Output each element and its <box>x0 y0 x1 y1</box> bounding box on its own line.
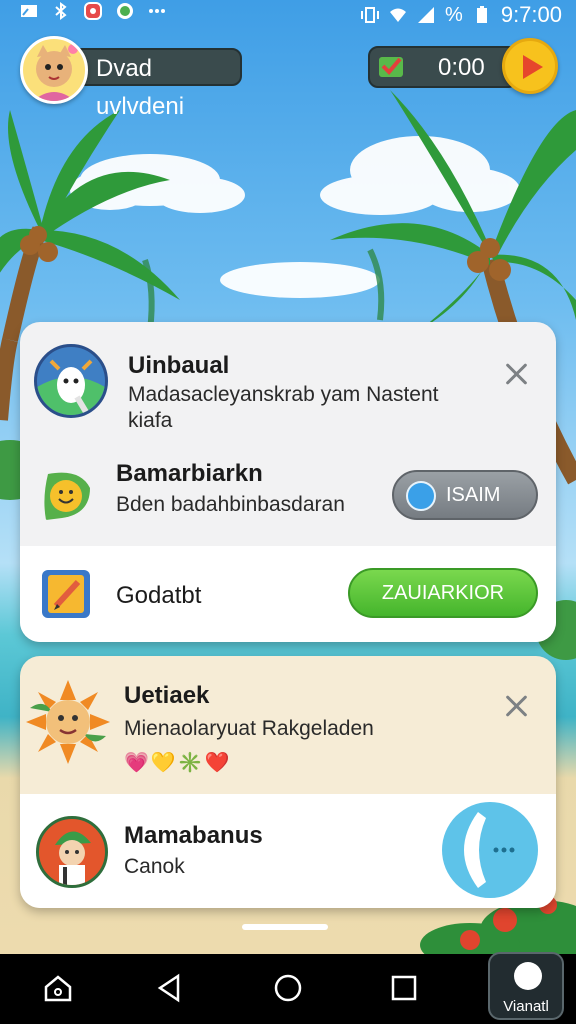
card-row-invite[interactable]: Uinbaual Madasacleyanskrab yam Nastent k… <box>20 322 556 434</box>
clock: 9:7:00 <box>500 2 562 27</box>
card-row-friend[interactable]: Uetiaek Mienaolaryuat Rakgeladen 💗💛✳️❤️ <box>20 656 556 794</box>
notification-icon <box>84 2 102 20</box>
assistant-label: Vianatl <box>503 998 549 1015</box>
player-name: Dvad uvlvdeni <box>72 48 242 120</box>
emoji-reactions: 💗💛✳️❤️ <box>124 752 232 774</box>
recents-icon[interactable] <box>388 972 420 1004</box>
sun-face-avatar <box>24 678 112 766</box>
voice-call-button[interactable] <box>442 802 538 898</box>
bluetooth-icon <box>55 2 67 20</box>
reward-subtitle: Bden badahbinbasdaran <box>116 493 345 516</box>
home-icon[interactable] <box>42 972 74 1004</box>
check-heart-icon <box>379 57 403 77</box>
player-avatar[interactable] <box>20 36 88 104</box>
reward-title: Bamarbiarkn <box>116 460 263 487</box>
caller-subtitle: Canok <box>124 855 185 878</box>
card-row-reward: Bamarbiarkn Bden badahbinbasdaran ISAIM <box>20 434 556 546</box>
signal-icon <box>418 7 435 23</box>
elf-avatar <box>36 816 108 888</box>
timer-panel: 0:00 <box>368 46 518 88</box>
play-icon <box>523 55 543 79</box>
send-button[interactable]: ISAIM <box>392 470 538 520</box>
send-arrow-icon <box>406 481 436 511</box>
task-title: Godatbt <box>116 582 202 609</box>
notification-card-primary: Uinbaual Madasacleyanskrab yam Nastent k… <box>20 322 556 642</box>
play-button[interactable] <box>502 38 558 94</box>
smiley-leaf-icon <box>40 468 94 522</box>
screen-cast-icon <box>21 5 37 17</box>
send-button-label: ISAIM <box>446 484 501 506</box>
status-bar: % 9:7:00 <box>0 0 576 28</box>
invite-message-line2: kiafa <box>128 409 173 432</box>
battery-icon <box>476 6 487 23</box>
wifi-icon <box>390 8 407 22</box>
notification-card-secondary: Uetiaek Mienaolaryuat Rakgeladen 💗💛✳️❤️ … <box>20 656 556 908</box>
caller-title: Mamabanus <box>124 822 263 849</box>
battery-percent: % <box>445 3 463 26</box>
back-icon[interactable] <box>154 972 186 1004</box>
notepad-pencil-icon <box>42 570 90 618</box>
assistant-button[interactable]: Vianatl <box>488 952 564 1020</box>
card-row-call: Mamabanus Canok <box>20 794 556 908</box>
invite-message-line1: Madasacleyanskrab yam Nastent <box>128 383 439 406</box>
accept-button[interactable]: ZAUIARKIOR <box>348 568 538 618</box>
assistant-icon <box>514 962 542 990</box>
sheet-handle[interactable] <box>242 924 328 930</box>
chat-icon <box>117 3 133 19</box>
circle-home-icon[interactable] <box>272 972 304 1004</box>
timer-value: 0:00 <box>438 54 485 81</box>
more-dots-icon <box>149 9 165 13</box>
friend-title: Uetiaek <box>124 682 210 709</box>
close-icon[interactable] <box>502 360 530 388</box>
goat-avatar <box>34 344 108 418</box>
phone-chat-icon <box>464 812 515 888</box>
close-icon[interactable] <box>502 692 530 720</box>
friend-subtitle: Mienaolaryuat Rakgeladen <box>124 717 374 740</box>
card-row-task: Godatbt ZAUIARKIOR <box>20 546 556 642</box>
vibrate-icon <box>361 7 380 23</box>
invite-title: Uinbaual <box>128 352 230 379</box>
